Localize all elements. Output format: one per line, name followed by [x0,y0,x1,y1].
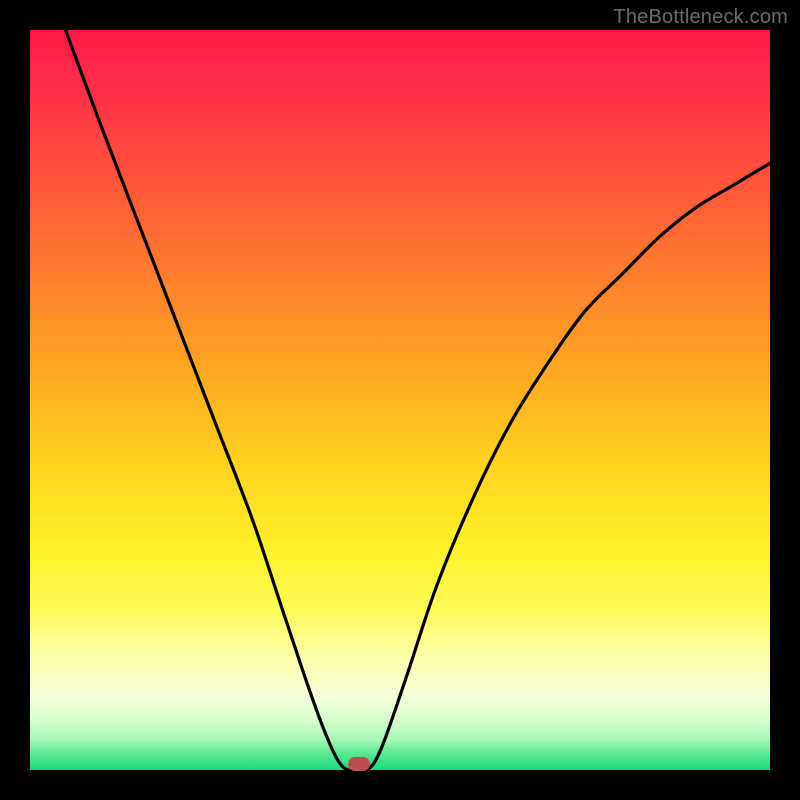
plot-area [30,30,770,770]
curve-svg [30,30,770,770]
bottleneck-curve-path [66,30,770,770]
optimum-marker [348,757,370,771]
chart-frame: TheBottleneck.com [0,0,800,800]
watermark-text: TheBottleneck.com [613,6,788,29]
